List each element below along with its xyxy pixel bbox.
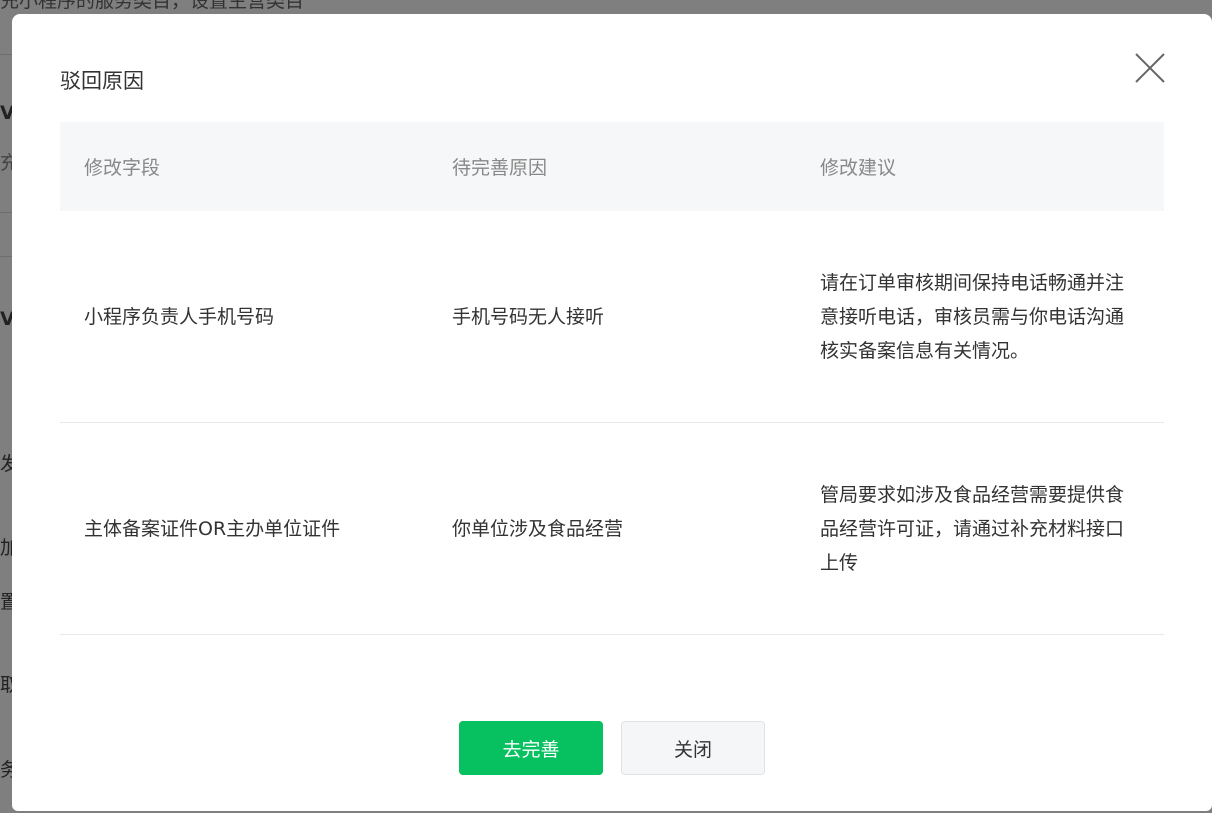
reject-reason-table: 修改字段 待完善原因 修改建议 小程序负责人手机号码 手机号码无人接听 请在订单…: [60, 122, 1164, 635]
close-icon: [1135, 53, 1165, 83]
cell-field: 主体备案证件OR主办单位证件: [84, 517, 341, 540]
column-header-suggestion: 修改建议: [820, 157, 897, 179]
dialog-footer: 去完善 关闭: [12, 721, 1212, 775]
cell-suggestion: 请在订单审核期间保持电话畅通并注意接听电话，审核员需与你电话沟通核实备案信息有关…: [820, 271, 1125, 362]
cell-suggestion: 管局要求如涉及食品经营需要提供食品经营许可证，请通过补充材料接口上传: [820, 483, 1125, 574]
cell-field: 小程序负责人手机号码: [84, 305, 275, 328]
close-button[interactable]: [1132, 50, 1168, 86]
column-header-field: 修改字段: [84, 157, 161, 179]
cell-reason: 你单位涉及食品经营: [452, 517, 624, 540]
dialog-title: 驳回原因: [60, 69, 144, 93]
close-dialog-button[interactable]: 关闭: [621, 721, 765, 775]
table-row: 小程序负责人手机号码 手机号码无人接听 请在订单审核期间保持电话畅通并注意接听电…: [60, 211, 1164, 423]
cell-reason: 手机号码无人接听: [452, 305, 605, 328]
reject-reason-dialog: 驳回原因 修改字段 待完善原因 修改建议 小程序负责人手机号码 手机号码无人接听…: [12, 14, 1212, 811]
table-header: 修改字段 待完善原因 修改建议: [60, 122, 1164, 211]
go-complete-button[interactable]: 去完善: [459, 721, 603, 775]
column-header-reason: 待完善原因: [452, 157, 548, 179]
table-row: 主体备案证件OR主办单位证件 你单位涉及食品经营 管局要求如涉及食品经营需要提供…: [60, 423, 1164, 635]
